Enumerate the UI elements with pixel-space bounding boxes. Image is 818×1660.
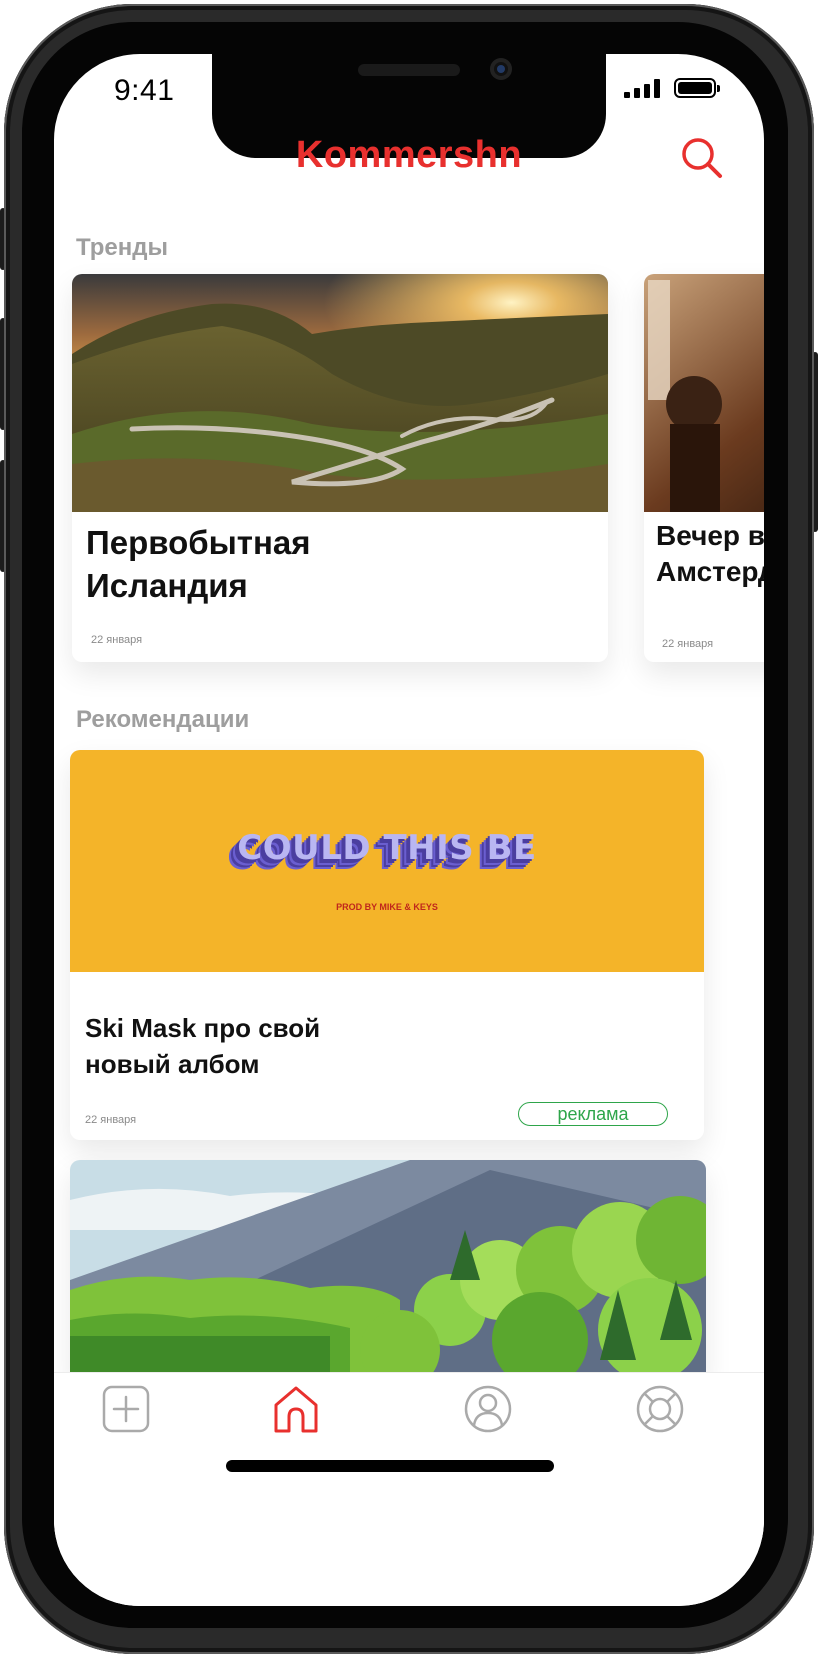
recommendations-section-title: Рекомендации bbox=[76, 706, 250, 733]
album-cover: COULD THIS BE PROD BY MIKE & KEYS bbox=[70, 750, 704, 972]
landscape-image bbox=[72, 274, 608, 512]
signal-icon bbox=[624, 78, 660, 98]
battery-icon bbox=[674, 78, 720, 98]
tab-create[interactable] bbox=[100, 1383, 152, 1435]
status-time: 9:41 bbox=[114, 74, 175, 107]
search-button[interactable] bbox=[680, 136, 724, 180]
trend-card-1-title-line1: Первобытная bbox=[86, 524, 311, 561]
trend-card-2-title-line2: Амстердаме bbox=[656, 556, 764, 588]
plus-square-icon bbox=[102, 1385, 150, 1433]
status-icons bbox=[624, 78, 720, 98]
tab-home[interactable] bbox=[270, 1383, 322, 1435]
recommendation-card-1-title-line2: новый албом bbox=[85, 1049, 260, 1080]
recommendation-card-1-date: 22 января bbox=[85, 1114, 137, 1126]
recommendation-card-2[interactable] bbox=[70, 1160, 706, 1380]
front-camera bbox=[490, 58, 512, 80]
home-icon bbox=[274, 1386, 318, 1433]
recommendation-card-1[interactable]: COULD THIS BE PROD BY MIKE & KEYS Ski Ma… bbox=[70, 750, 704, 1140]
trend-card-1-date: 22 января bbox=[91, 634, 143, 646]
trend-card-2[interactable]: Вечер в Амстердаме 22 января bbox=[644, 274, 764, 662]
trend-card-2-title-line1: Вечер в bbox=[656, 520, 764, 551]
trend-card-2-date: 22 января bbox=[662, 638, 714, 650]
tab-help[interactable] bbox=[634, 1383, 686, 1435]
search-icon bbox=[682, 138, 722, 178]
trend-card-1-title: Первобытная Исландия bbox=[86, 522, 311, 608]
recommendation-card-1-title-line1: Ski Mask про свой bbox=[85, 1013, 321, 1043]
lifebuoy-icon bbox=[636, 1385, 684, 1433]
user-icon bbox=[464, 1385, 512, 1433]
trend-card-2-title: Вечер в Амстердаме bbox=[656, 518, 764, 591]
app-title: Kommershn bbox=[295, 134, 523, 176]
album-cover-title: COULD THIS BE bbox=[237, 828, 537, 868]
tab-profile[interactable] bbox=[462, 1383, 514, 1435]
tab-bar bbox=[54, 1372, 764, 1606]
trends-section-title: Тренды bbox=[76, 234, 168, 261]
phone-frame: 9:41 Kommershn Тренды Первобытная Исланд… bbox=[0, 0, 818, 1660]
recommendation-card-1-title: Ski Mask про свой новый албом bbox=[85, 1010, 320, 1083]
cafe-image bbox=[644, 274, 764, 512]
trend-card-1-title-line2: Исландия bbox=[86, 566, 248, 604]
screen: 9:41 Kommershn Тренды Первобытная Исланд… bbox=[54, 54, 764, 1606]
ad-badge: реклама bbox=[518, 1102, 668, 1126]
home-indicator[interactable] bbox=[226, 1460, 554, 1472]
trend-card-1[interactable]: Первобытная Исландия 22 января bbox=[72, 274, 608, 662]
speaker bbox=[358, 64, 460, 76]
album-cover-subtitle: PROD BY MIKE & KEYS bbox=[336, 902, 438, 912]
forest-illustration bbox=[70, 1160, 706, 1380]
